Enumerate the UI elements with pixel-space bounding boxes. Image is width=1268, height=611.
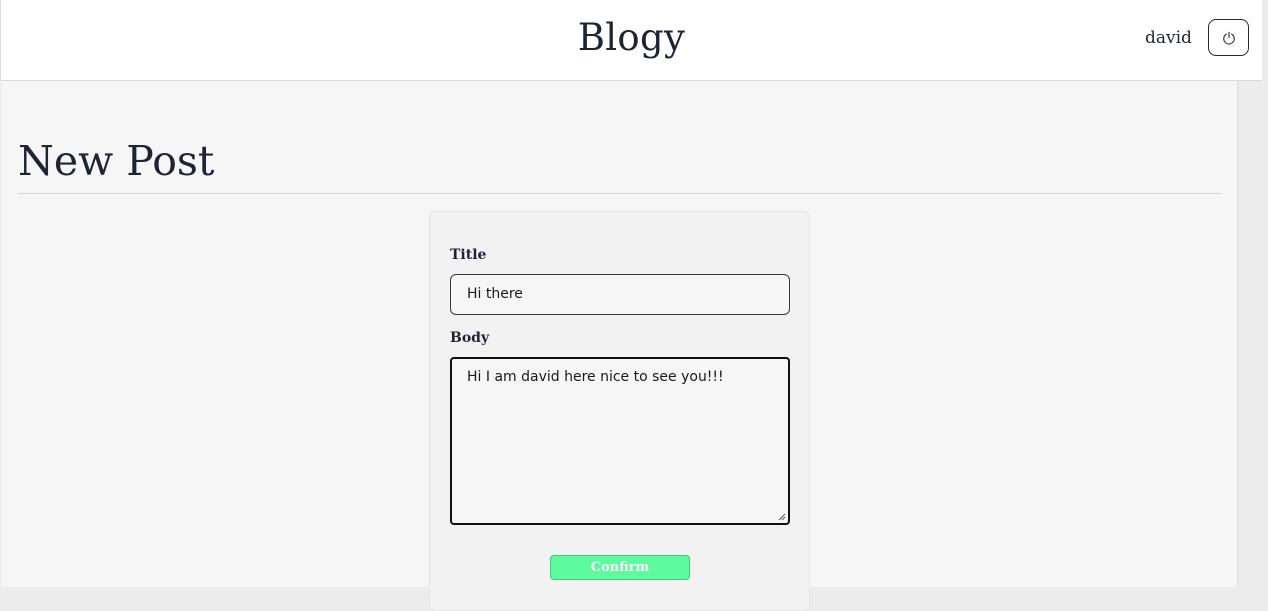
new-post-form: Title Hi there Body Hi I am david here n…	[429, 211, 810, 611]
body-text: Hi I am david here nice to see you!!!	[467, 369, 724, 385]
main-content: New Post Title Hi there Body Hi I am dav…	[1, 81, 1238, 611]
resize-grip-icon[interactable]	[778, 513, 786, 521]
title-divider	[18, 193, 1221, 194]
confirm-button[interactable]: Confirm	[550, 555, 690, 580]
logout-button[interactable]	[1208, 19, 1249, 56]
title-input[interactable]: Hi there	[450, 274, 790, 315]
top-header: Blogy david	[0, 0, 1262, 81]
power-icon	[1222, 31, 1235, 44]
body-textarea[interactable]: Hi I am david here nice to see you!!!	[450, 357, 790, 525]
title-label: Title	[450, 247, 487, 263]
brand-title[interactable]: Blogy	[1, 16, 1262, 59]
username-label: david	[1145, 28, 1192, 48]
page-title: New Post	[18, 137, 215, 185]
body-label: Body	[450, 330, 490, 346]
